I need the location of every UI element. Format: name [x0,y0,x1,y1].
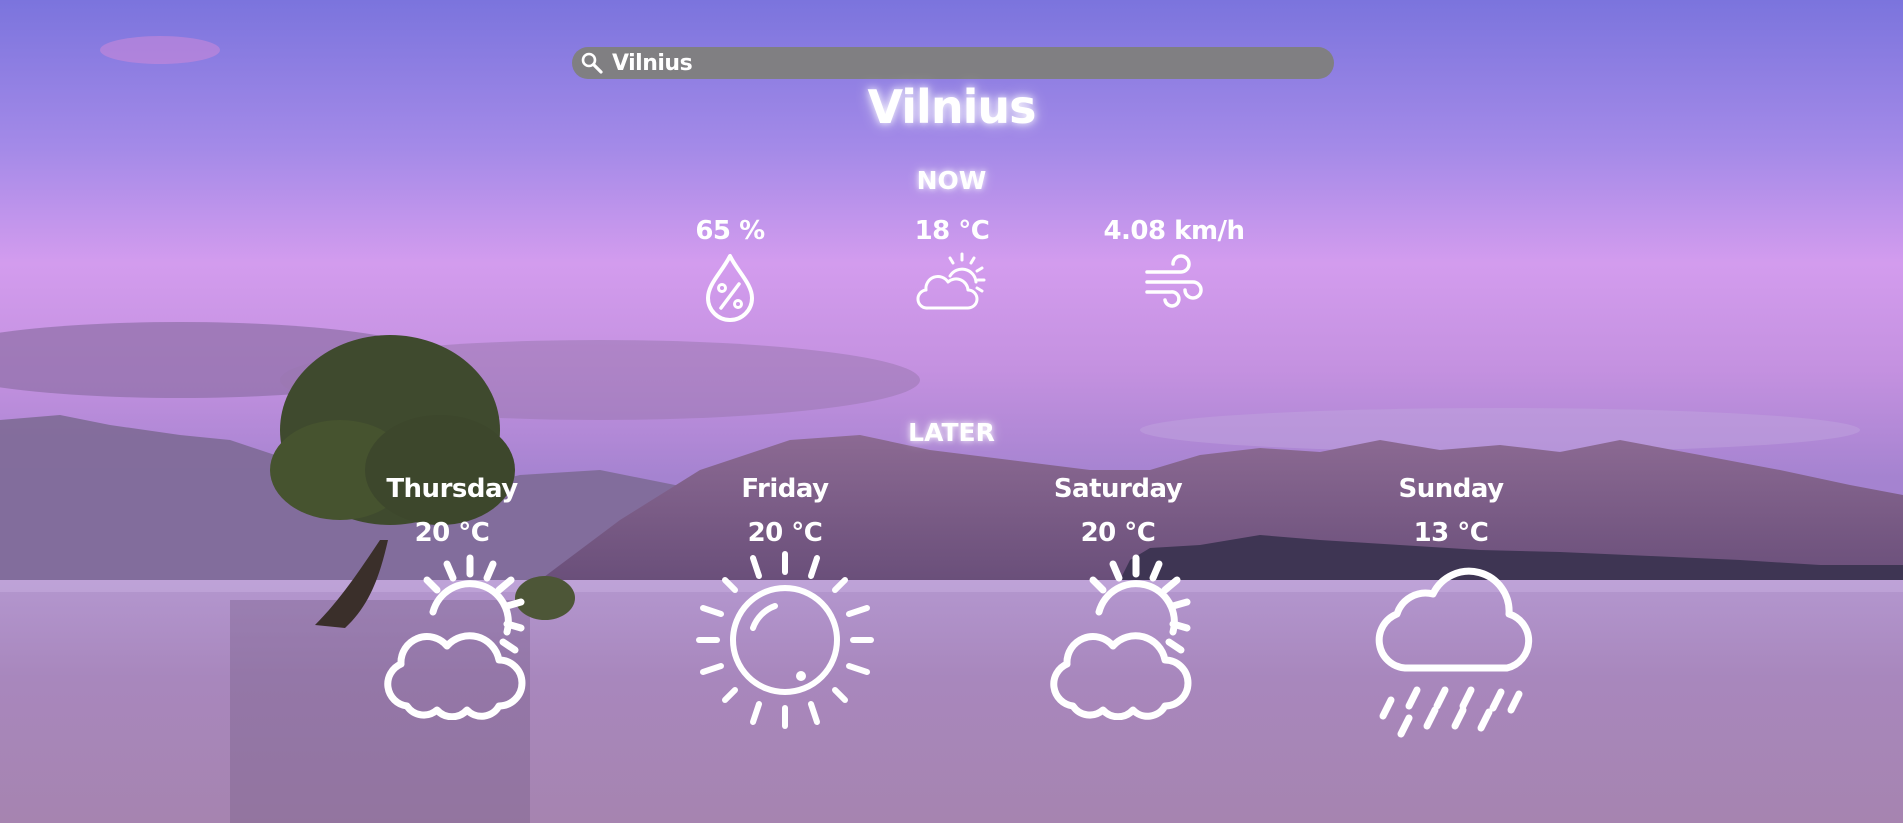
forecast-day: Sunday 13 °C [1321,472,1581,740]
day-name: Thursday [386,474,518,504]
temperature-value: 18 °C [914,216,990,246]
forecast-day: Friday 20 °C [655,472,915,730]
partly-cloudy-icon [384,554,526,720]
later-heading: LATER [908,418,995,447]
search-bar[interactable] [572,47,1334,79]
day-name: Friday [741,474,829,504]
now-heading: NOW [916,166,987,195]
wind-icon [1145,254,1203,308]
day-name: Sunday [1398,474,1504,504]
day-name: Saturday [1053,474,1183,504]
search-input[interactable] [612,47,1312,79]
forecast-day: Saturday 20 °C [988,472,1248,720]
wind-value: 4.08 km/h [1103,216,1245,246]
wind-reading: 4.08 km/h [1074,214,1274,310]
day-temp: 20 °C [414,518,490,548]
rain-cloud-icon [1375,567,1533,738]
city-title: Vilnius [867,80,1037,134]
search-icon [581,52,603,74]
sun-icon [696,551,874,729]
temperature-reading: 18 °C [852,214,1052,316]
partly-cloudy-icon [916,252,986,310]
humidity-drop-icon [706,254,754,322]
humidity-reading: 65 % [630,214,830,322]
humidity-value: 65 % [695,216,765,246]
partly-cloudy-icon [1050,554,1192,720]
forecast-day: Thursday 20 °C [322,472,582,720]
day-temp: 20 °C [1080,518,1156,548]
day-temp: 13 °C [1413,518,1489,548]
day-temp: 20 °C [747,518,823,548]
